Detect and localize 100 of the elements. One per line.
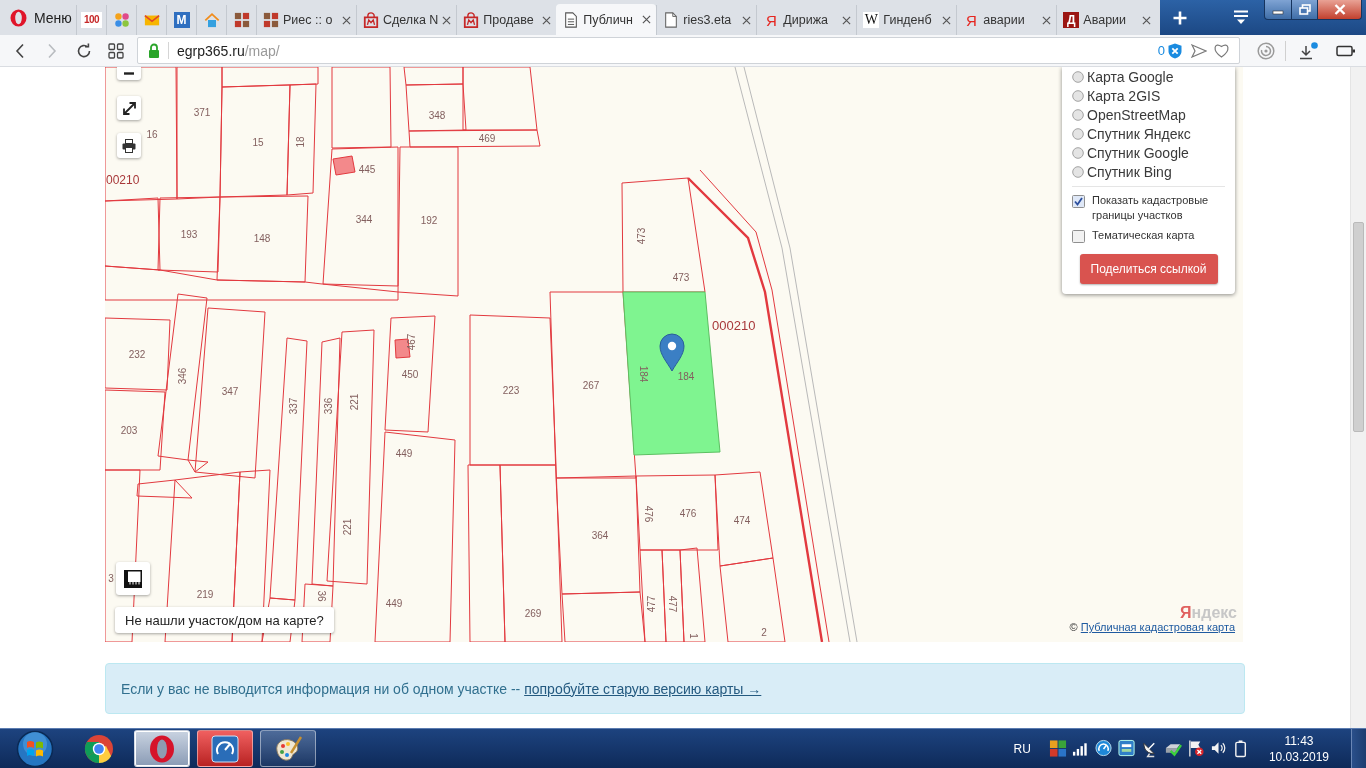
parcel-number: 469: [478, 132, 496, 144]
missing-place-button[interactable]: Не нашли участок/дом на карте?: [115, 607, 334, 633]
parcel-number: 473: [635, 227, 647, 245]
envelope-icon: [143, 12, 160, 28]
clock-date[interactable]: 10.03.2019: [1268, 748, 1329, 765]
swirl-icon[interactable]: [1257, 41, 1275, 60]
parcel-number: 449: [385, 597, 403, 609]
map-option[interactable]: Показать кадастровые границы участков: [1072, 193, 1225, 223]
heart-icon[interactable]: [1213, 43, 1230, 58]
back-icon[interactable]: [15, 42, 25, 59]
layer-option[interactable]: Спутник Яндекс: [1072, 124, 1225, 143]
parcel-number: 193: [180, 228, 198, 240]
radio-button[interactable]: [1072, 108, 1084, 121]
download-icon[interactable]: [1298, 41, 1318, 60]
language-indicator[interactable]: RU: [1013, 741, 1031, 756]
radio-button[interactable]: [1072, 89, 1084, 102]
parcel-number: 477: [666, 595, 678, 613]
ad-block-button[interactable]: 0: [1157, 42, 1182, 59]
close-icon[interactable]: [442, 15, 452, 25]
quarter-number: 00210: [106, 173, 140, 187]
print-button[interactable]: [117, 133, 141, 158]
taskbar-app-button[interactable]: [260, 730, 316, 767]
close-icon[interactable]: [642, 15, 652, 24]
layer-option[interactable]: Карта Google: [1072, 67, 1225, 86]
parcel-number: 473: [672, 271, 690, 283]
parcel-number: 232: [128, 348, 146, 360]
close-icon[interactable]: [342, 15, 351, 25]
scrollbar-thumb[interactable]: [1353, 222, 1364, 432]
speedometer-icon[interactable]: [1094, 739, 1113, 758]
squares-icon[interactable]: [1048, 739, 1067, 758]
lock-icon: [148, 42, 160, 59]
close-icon[interactable]: [942, 15, 952, 25]
speedometer-icon: [210, 733, 240, 764]
browser-tab[interactable]: Публичн: [556, 4, 657, 35]
layer-option[interactable]: Спутник Bing: [1072, 162, 1225, 181]
start-orb-icon[interactable]: [16, 729, 54, 768]
ring-logo-icon: [10, 8, 27, 27]
layer-option[interactable]: OpenStreetMap: [1072, 105, 1225, 124]
parcel-number: 467: [405, 333, 417, 351]
parcel-number: 364: [591, 529, 609, 541]
url-text[interactable]: egrp365.ru/map/: [177, 42, 280, 59]
grid-icon[interactable]: [108, 42, 124, 59]
close-window-button[interactable]: [1318, 0, 1362, 20]
parcel-number: 184: [677, 370, 695, 382]
address-field[interactable]: egrp365.ru/map/ 0: [137, 37, 1240, 64]
plus-icon[interactable]: [1172, 10, 1189, 26]
close-icon[interactable]: [742, 15, 752, 25]
radio-button[interactable]: [1072, 165, 1084, 178]
bars-tile-icon[interactable]: [1117, 739, 1136, 758]
zoom-out-button[interactable]: [117, 67, 141, 80]
radio-button[interactable]: [1072, 70, 1084, 83]
checkbox[interactable]: [1072, 230, 1085, 243]
layer-option[interactable]: Карта 2GIS: [1072, 86, 1225, 105]
squares-icon: [263, 12, 279, 28]
shield-icon: [1168, 42, 1182, 59]
map-attribution: © Публичная кадастровая карта: [1069, 621, 1235, 633]
parcel-number: 184: [637, 365, 649, 383]
clock-time[interactable]: 11:43: [1284, 732, 1314, 749]
reload-icon[interactable]: [76, 42, 92, 59]
parcel-number: 192: [420, 214, 438, 226]
radio-button[interactable]: [1072, 127, 1084, 140]
close-icon[interactable]: [842, 15, 852, 25]
share-link-button[interactable]: Поделиться ссылкой: [1079, 254, 1218, 284]
layer-option[interactable]: Спутник Google: [1072, 143, 1225, 162]
parcel-number: 337: [287, 397, 299, 415]
flag-icon[interactable]: [1186, 739, 1205, 758]
parcel-number: 344: [355, 213, 373, 225]
site-logo: W: [863, 12, 880, 28]
restore-button[interactable]: [1292, 0, 1318, 20]
parcel-number: 371: [193, 106, 211, 118]
map-marker-icon[interactable]: [659, 333, 685, 372]
parcel-number: 476: [642, 505, 654, 523]
minimize-button[interactable]: [1264, 0, 1292, 20]
ruler-button[interactable]: [116, 562, 150, 595]
map-option[interactable]: Тематическая карта: [1072, 228, 1225, 243]
battery-icon[interactable]: [1336, 43, 1356, 58]
attribution-link[interactable]: Публичная кадастровая карта: [1080, 621, 1235, 633]
minus-icon: [124, 72, 134, 75]
tab-menu-icon[interactable]: [1232, 9, 1250, 26]
close-icon: [1333, 4, 1346, 15]
taskbar-app-button[interactable]: [134, 730, 190, 767]
site-logo: M: [173, 12, 190, 28]
parcel-number: 346: [176, 367, 188, 385]
parcel-number: 450: [401, 368, 419, 380]
close-icon[interactable]: [1142, 15, 1152, 25]
menu-button[interactable]: Меню: [0, 0, 76, 35]
radio-button[interactable]: [1072, 146, 1084, 159]
close-icon[interactable]: [1042, 15, 1052, 25]
parcel-number: 3: [108, 572, 114, 584]
show-desktop-button[interactable]: [1351, 729, 1366, 768]
parcel-number: 36: [315, 590, 327, 602]
checkbox[interactable]: [1072, 195, 1085, 208]
document-icon: [563, 11, 580, 28]
document-icon: [663, 12, 680, 28]
close-icon[interactable]: [542, 15, 552, 25]
old-map-link[interactable]: попробуйте старую версию карты →: [524, 680, 762, 697]
fullscreen-button[interactable]: [117, 96, 141, 120]
send-icon[interactable]: [1191, 43, 1207, 58]
parcel-number: 348: [428, 109, 446, 121]
taskbar-app-button[interactable]: [197, 730, 253, 767]
